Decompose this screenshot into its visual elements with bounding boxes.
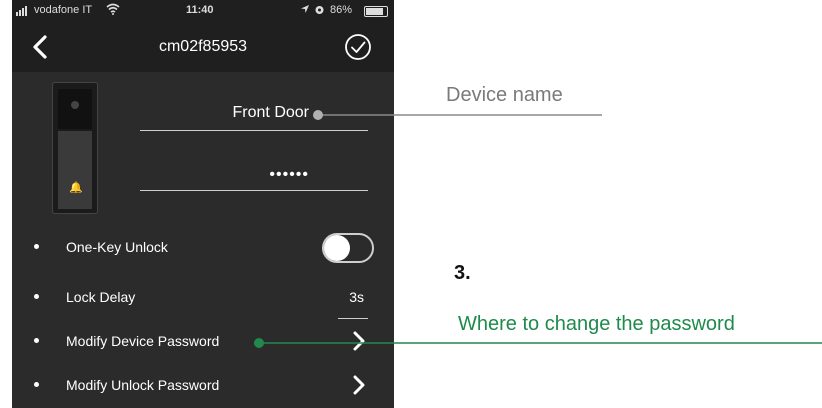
password-annotation: Where to change the password — [458, 313, 735, 335]
step-number: 3. — [454, 262, 471, 284]
device-name-leader-dot — [313, 110, 323, 120]
password-leader-dot — [254, 338, 264, 348]
device-name-annotation: Device name — [446, 84, 563, 106]
annotation-leader-lines — [254, 110, 822, 348]
